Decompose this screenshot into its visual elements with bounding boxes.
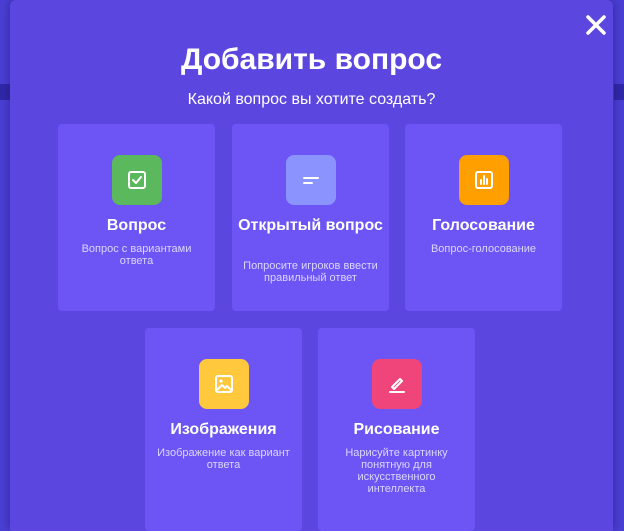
card-title: Голосование <box>432 217 535 234</box>
question-type-card-quiz[interactable]: Вопрос Вопрос с вариантами ответа <box>58 124 215 311</box>
card-icon-badge <box>199 359 249 409</box>
question-type-card-images[interactable]: Изображения Изображение как вариант отве… <box>145 328 302 531</box>
bar-chart-icon <box>475 171 493 189</box>
card-title: Вопрос <box>106 217 167 234</box>
card-icon-badge <box>286 155 336 205</box>
card-description: Изображение как вариант ответа <box>157 447 290 471</box>
card-icon-badge <box>459 155 509 205</box>
text-lines-icon <box>303 177 319 184</box>
card-title: Рисование <box>353 421 440 438</box>
card-title: Открытый вопрос <box>238 217 383 234</box>
card-description: Нарисуйте картинку понятную для искусств… <box>345 447 448 495</box>
close-icon <box>586 15 606 35</box>
background-strip <box>614 84 624 100</box>
background-strip <box>0 84 10 100</box>
image-icon <box>215 375 233 393</box>
card-description: Вопрос с вариантами ответа <box>81 243 192 267</box>
dialog-title: Добавить вопрос <box>180 43 443 76</box>
checkbox-icon <box>128 171 146 189</box>
pen-icon <box>389 378 405 393</box>
card-description: Попросите игроков ввести правильный отве… <box>243 260 378 284</box>
add-question-dialog: Добавить вопрос Какой вопрос вы хотите с… <box>10 0 613 531</box>
dialog-subtitle: Какой вопрос вы хотите создать? <box>187 91 436 108</box>
question-type-card-poll[interactable]: Голосование Вопрос-голосование <box>405 124 562 311</box>
question-type-card-drawing[interactable]: Рисование Нарисуйте картинку понятную дл… <box>318 328 475 531</box>
card-description: Вопрос-голосование <box>430 243 537 255</box>
card-title: Изображения <box>170 421 277 438</box>
card-icon-badge <box>112 155 162 205</box>
question-type-card-open[interactable]: Открытый вопрос Попросите игроков ввести… <box>232 124 389 311</box>
close-button[interactable] <box>583 12 609 38</box>
card-icon-badge <box>372 359 422 409</box>
